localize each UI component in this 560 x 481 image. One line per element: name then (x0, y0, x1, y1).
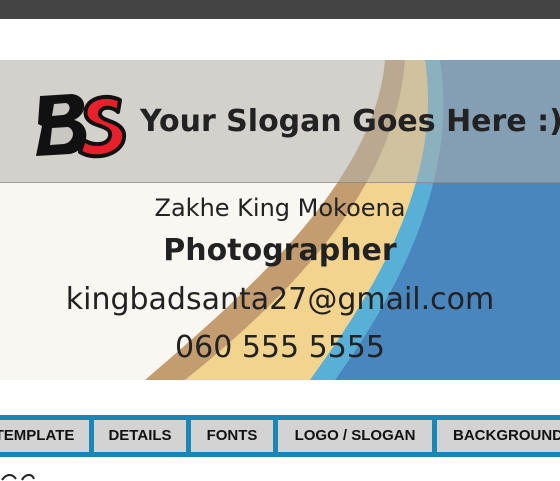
card-phone: 060 555 5555 (175, 330, 385, 365)
content-heading-fragment (1, 474, 35, 481)
tab-template[interactable]: TEMPLATE (0, 420, 89, 452)
tab-logo-slogan[interactable]: LOGO / SLOGAN (278, 420, 432, 452)
card-email: kingbadsanta27@gmail.com (65, 282, 495, 317)
tab-fonts[interactable]: FONTS (191, 420, 273, 452)
business-card-preview: Your Slogan Goes Here :) Zakhe King Moko… (0, 60, 560, 380)
card-job-title: Photographer (163, 233, 397, 268)
card-name: Zakhe King Mokoena (154, 194, 406, 222)
bs-logo (36, 94, 127, 159)
tab-background[interactable]: BACKGROUND (437, 420, 560, 452)
tab-details[interactable]: DETAILS (94, 420, 186, 452)
card-slogan: Your Slogan Goes Here :) (140, 104, 560, 139)
top-bar (0, 0, 560, 19)
editor-tab-bar: TEMPLATE DETAILS FONTS LOGO / SLOGAN BAC… (0, 415, 560, 457)
